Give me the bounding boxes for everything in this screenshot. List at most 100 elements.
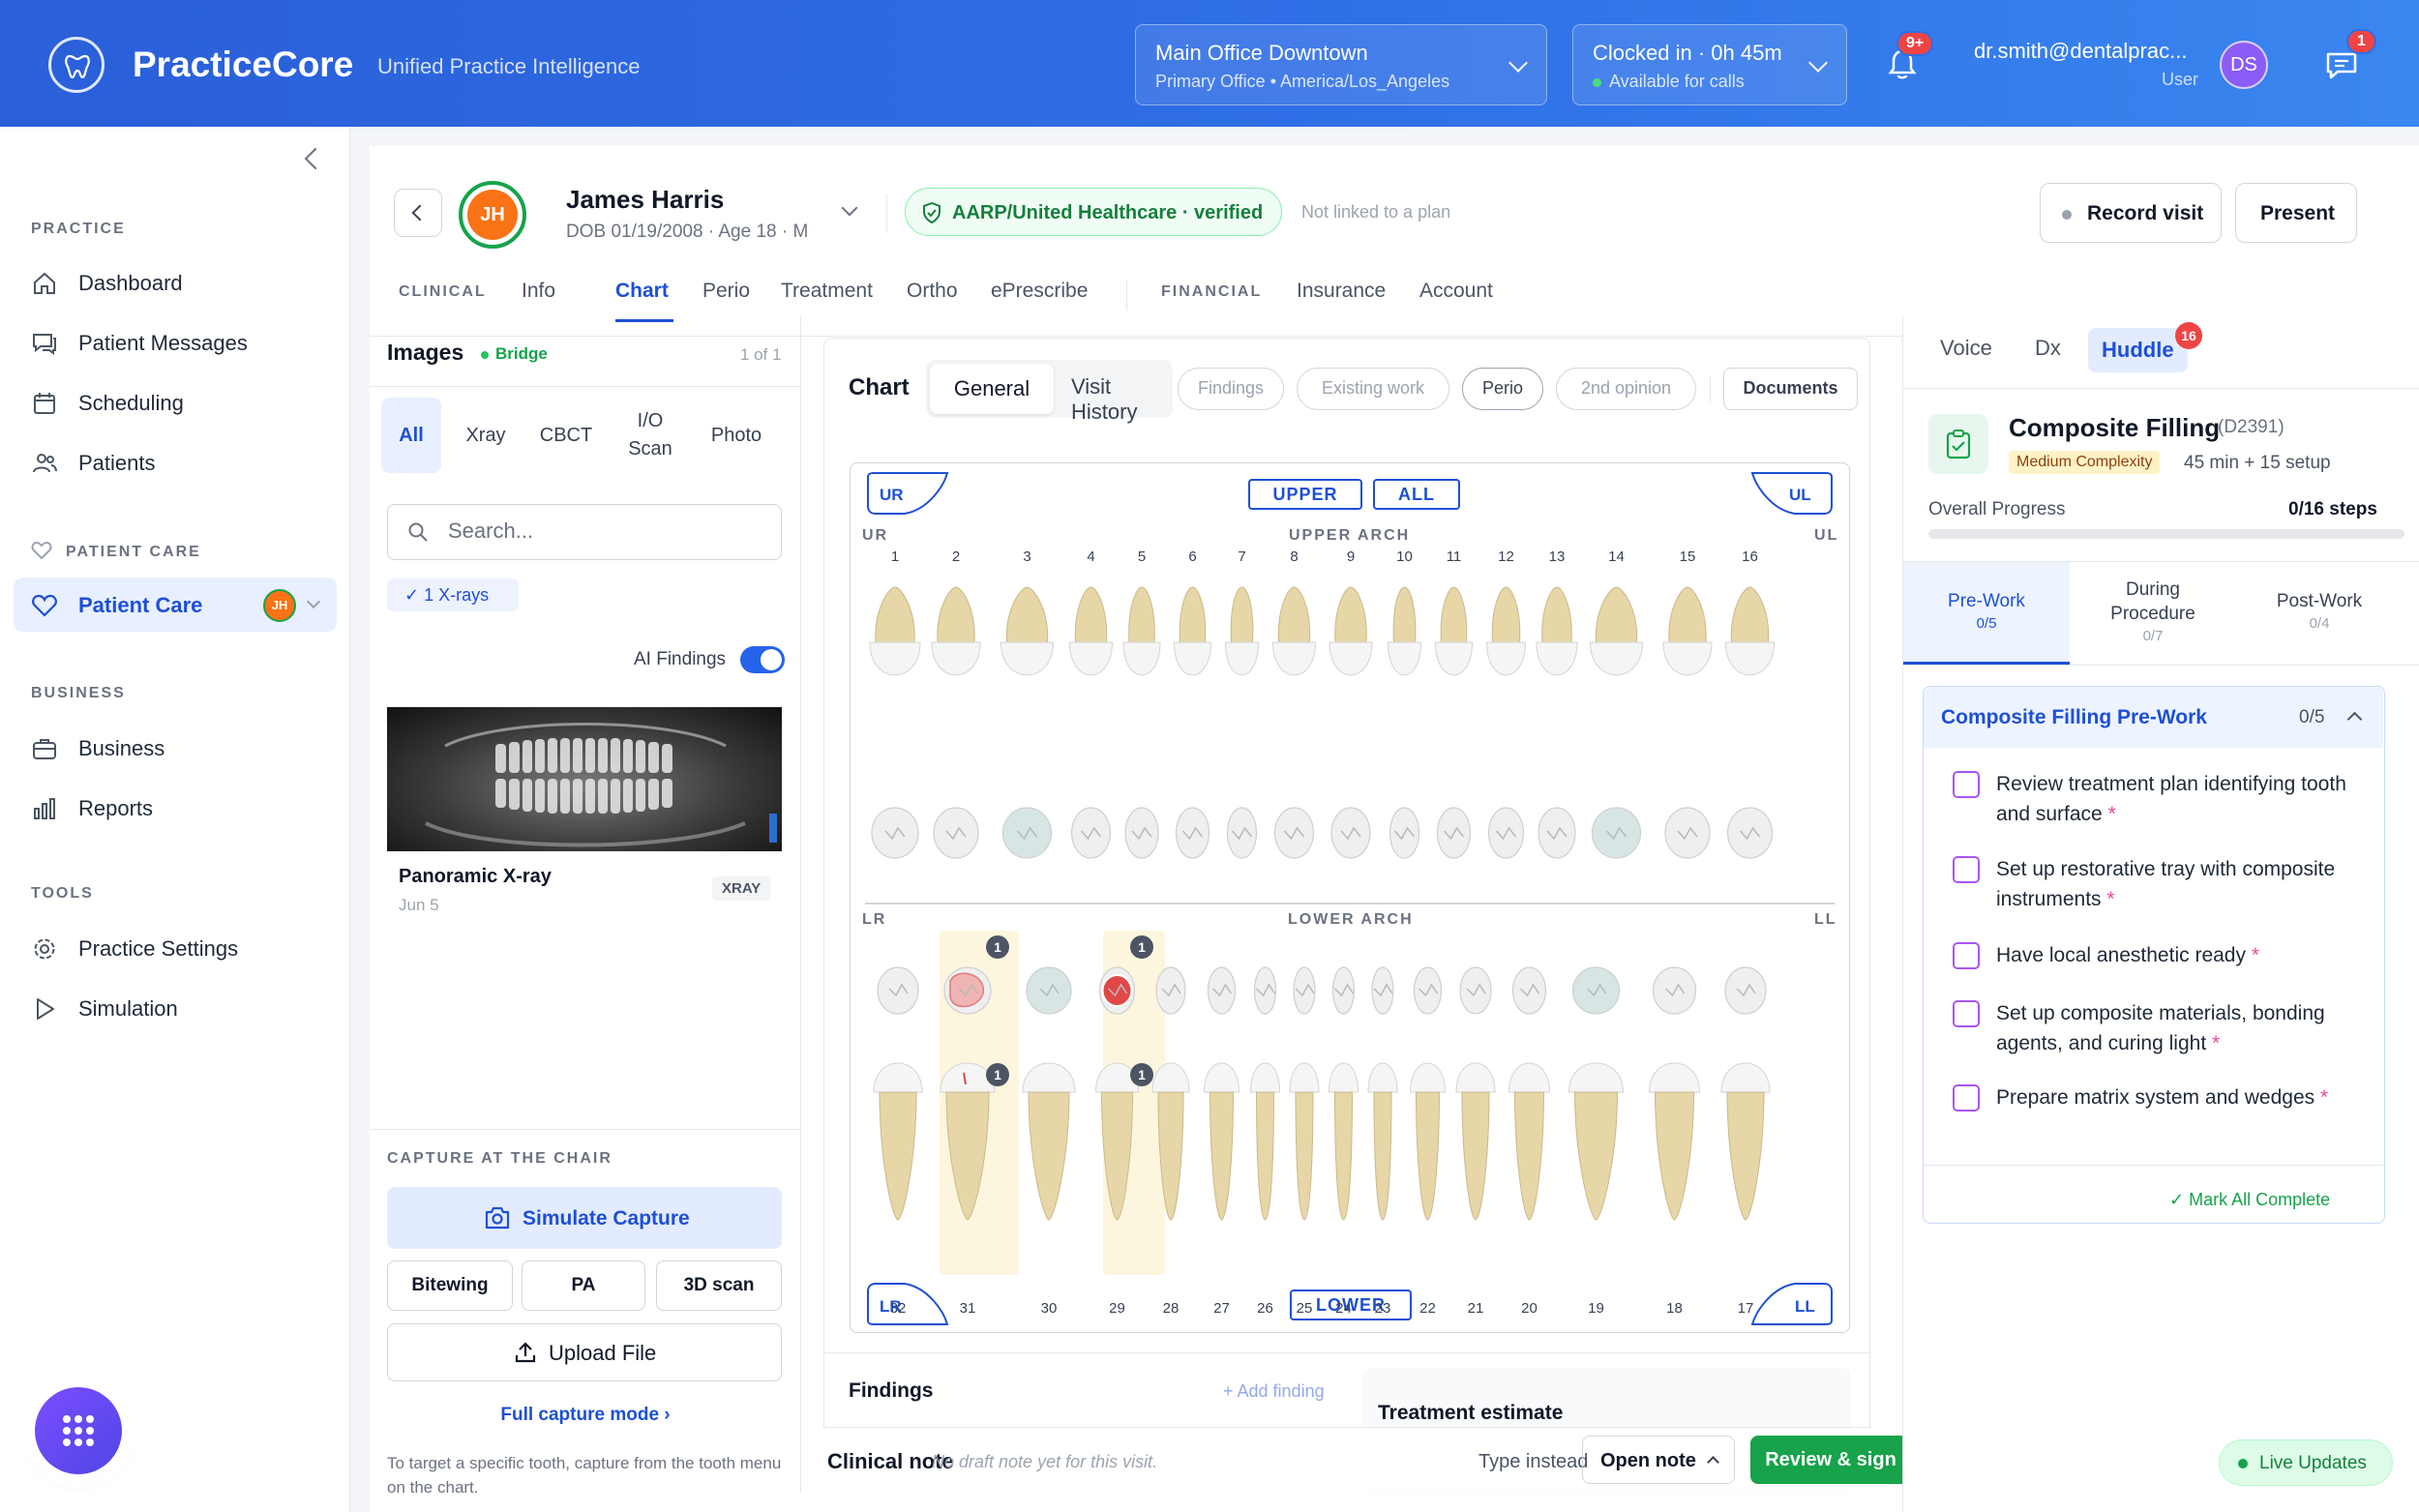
tooth-occlusal-30[interactable]	[1026, 966, 1072, 1015]
tab-huddle[interactable]: Huddle	[2088, 328, 2188, 372]
filter-io-scan[interactable]: I/O Scan	[615, 398, 685, 473]
tooth-occlusal-1[interactable]	[871, 807, 919, 859]
finding-count-badge[interactable]: 1	[986, 1063, 1009, 1086]
add-finding-link[interactable]: + Add finding	[1223, 1381, 1325, 1402]
view-general[interactable]: General	[930, 364, 1054, 414]
tooth-occlusal-28[interactable]	[1155, 966, 1186, 1015]
filter-2nd-opinion[interactable]: 2nd opinion	[1556, 368, 1696, 410]
tooth-7[interactable]	[1224, 586, 1260, 676]
checkbox[interactable]	[1953, 1000, 1980, 1027]
tab-ortho[interactable]: Ortho	[907, 280, 958, 303]
open-note-button[interactable]: Open note	[1582, 1436, 1735, 1484]
ai-findings-toggle[interactable]	[740, 646, 785, 673]
mark-all-complete-button[interactable]: ✓ Mark All Complete	[2169, 1190, 2330, 1210]
tooth-28[interactable]	[1151, 1062, 1190, 1221]
tooth-11[interactable]	[1434, 586, 1474, 676]
sidebar-item-scheduling[interactable]: Scheduling	[14, 375, 337, 430]
tooth-9[interactable]	[1329, 586, 1373, 676]
tooth-10[interactable]	[1387, 586, 1422, 676]
tooth-occlusal-12[interactable]	[1487, 807, 1525, 859]
tooth-occlusal-10[interactable]	[1389, 807, 1420, 859]
tooth-2[interactable]	[931, 586, 981, 676]
full-capture-mode-link[interactable]: Full capture mode ›	[370, 1405, 801, 1426]
tooth-13[interactable]	[1536, 586, 1578, 676]
tooth-25[interactable]	[1289, 1062, 1320, 1221]
sidebar-item-patient-care[interactable]: Patient Care JH	[14, 578, 337, 632]
tooth-22[interactable]	[1409, 1062, 1447, 1221]
tooth-12[interactable]	[1485, 586, 1527, 676]
tooth-occlusal-15[interactable]	[1664, 807, 1711, 859]
tab-chart[interactable]: Chart	[615, 280, 669, 303]
tooth-occlusal-29[interactable]	[1098, 966, 1136, 1015]
sidebar-item-simulation[interactable]: Simulation	[14, 981, 337, 1035]
tooth-6[interactable]	[1173, 586, 1212, 676]
tooth-occlusal-5[interactable]	[1124, 807, 1159, 859]
tooth-4[interactable]	[1068, 586, 1114, 676]
tab-dx[interactable]: Dx	[2035, 336, 2061, 361]
tooth-23[interactable]	[1367, 1062, 1398, 1221]
tooth-31[interactable]	[940, 1062, 996, 1221]
record-visit-button[interactable]: Record visit	[2040, 183, 2222, 243]
tab-voice[interactable]: Voice	[1940, 336, 1992, 361]
sidebar-item-practice-settings[interactable]: Practice Settings	[14, 921, 337, 975]
sidebar-item-patient-messages[interactable]: Patient Messages	[14, 315, 337, 370]
tooth-1[interactable]	[869, 586, 921, 676]
tooth-occlusal-11[interactable]	[1436, 807, 1472, 859]
tooth-occlusal-17[interactable]	[1724, 966, 1767, 1015]
user-avatar[interactable]: DS	[2220, 41, 2268, 89]
tooth-29[interactable]	[1094, 1062, 1140, 1221]
3d-scan-button[interactable]: 3D scan	[656, 1260, 782, 1311]
patient-name[interactable]: James Harris	[566, 185, 724, 215]
tooth-occlusal-18[interactable]	[1652, 966, 1697, 1015]
chat-icon[interactable]	[2324, 50, 2359, 86]
tooth-occlusal-26[interactable]	[1253, 966, 1277, 1015]
sidebar-item-dashboard[interactable]: Dashboard	[14, 255, 337, 310]
tooth-32[interactable]	[873, 1062, 923, 1221]
tab-info[interactable]: Info	[522, 280, 555, 303]
tooth-27[interactable]	[1203, 1062, 1240, 1221]
tooth-occlusal-3[interactable]	[1001, 807, 1053, 859]
tab-account[interactable]: Account	[1419, 280, 1493, 303]
phase-tab-pre-work[interactable]: Pre-Work 0/5	[1903, 562, 2070, 665]
tooth-30[interactable]	[1022, 1062, 1076, 1221]
chevron-down-icon[interactable]	[306, 594, 321, 609]
checkbox[interactable]	[1953, 942, 1980, 969]
tooth-occlusal-2[interactable]	[933, 807, 979, 859]
tooth-occlusal-32[interactable]	[877, 966, 919, 1015]
collapse-sidebar-icon[interactable]	[304, 147, 327, 170]
bitewing-button[interactable]: Bitewing	[387, 1260, 513, 1311]
type-instead-link[interactable]: Type instead	[1478, 1451, 1588, 1473]
tooth-occlusal-31[interactable]	[943, 966, 992, 1015]
office-selector[interactable]: Main Office Downtown Primary Office • Am…	[1135, 24, 1547, 105]
back-button[interactable]	[394, 189, 442, 237]
tooth-occlusal-8[interactable]	[1273, 807, 1315, 859]
tab-perio[interactable]: Perio	[702, 280, 750, 303]
upload-file-button[interactable]: Upload File	[387, 1323, 782, 1381]
tooth-16[interactable]	[1724, 586, 1776, 676]
finding-count-badge[interactable]: 1	[1130, 1063, 1153, 1086]
tooth-19[interactable]	[1568, 1062, 1625, 1221]
tooth-26[interactable]	[1249, 1062, 1281, 1221]
sidebar-item-patients[interactable]: Patients	[14, 435, 337, 489]
filter-cbct[interactable]: CBCT	[526, 398, 606, 473]
tooth-3[interactable]	[1000, 586, 1055, 676]
tooth-occlusal-14[interactable]	[1591, 807, 1642, 859]
tooth-15[interactable]	[1662, 586, 1713, 676]
filter-xray[interactable]: Xray	[451, 398, 521, 473]
phase-tab-post-work[interactable]: Post-Work 0/4	[2236, 562, 2403, 665]
tooth-occlusal-25[interactable]	[1293, 966, 1316, 1015]
present-button[interactable]: Present	[2235, 183, 2357, 243]
tab-eprescribe[interactable]: ePrescribe	[991, 280, 1088, 303]
tooth-17[interactable]	[1720, 1062, 1771, 1221]
checklist-header[interactable]: Composite Filling Pre-Work 0/5	[1924, 687, 2383, 748]
tooth-occlusal-7[interactable]	[1226, 807, 1258, 859]
view-visit-history[interactable]: Visit History	[1071, 374, 1173, 425]
xray-filter-chip[interactable]: ✓ 1 X-rays	[387, 578, 519, 611]
pa-button[interactable]: PA	[522, 1260, 645, 1311]
tooth-occlusal-21[interactable]	[1459, 966, 1492, 1015]
finding-count-badge[interactable]: 1	[1130, 935, 1153, 959]
filter-findings[interactable]: Findings	[1178, 368, 1284, 410]
simulate-capture-button[interactable]: Simulate Capture	[387, 1187, 782, 1249]
sidebar-item-business[interactable]: Business	[14, 721, 337, 775]
tooth-occlusal-6[interactable]	[1175, 807, 1210, 859]
